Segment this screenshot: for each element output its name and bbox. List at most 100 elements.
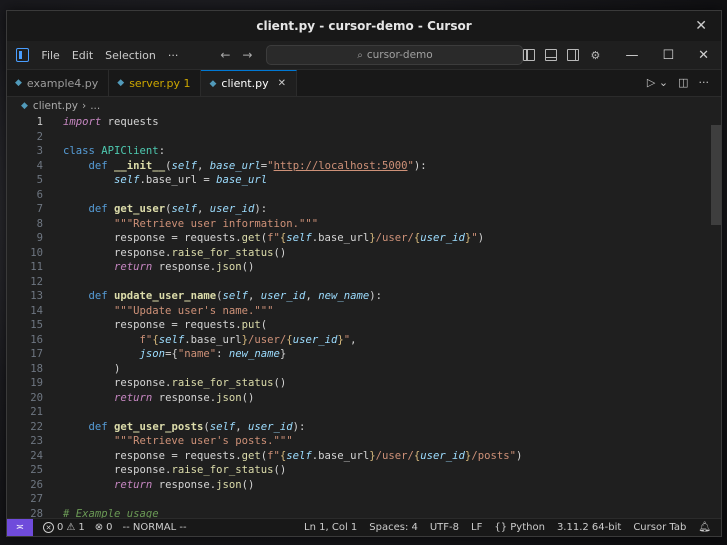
code-line: 1 import requests <box>7 115 721 130</box>
python-file-icon: ◆ <box>209 78 217 89</box>
editor-actions: ▷ ⌄ ◫ ··· <box>647 76 709 89</box>
window-title: client.py - cursor-demo - Cursor <box>256 19 472 33</box>
breadcrumb-file[interactable]: client.py <box>33 100 78 112</box>
line-number: 26 <box>30 478 43 491</box>
tab-client[interactable]: ◆ client.py ✕ <box>201 70 297 96</box>
warning-icon: ⚠ <box>66 522 76 533</box>
line-number: 17 <box>30 348 43 361</box>
line-number: 22 <box>30 420 43 433</box>
line-number: 21 <box>30 406 43 419</box>
code-line: 25 response.raise_for_status() <box>7 463 721 478</box>
code-line: 6 <box>7 188 721 203</box>
split-editor-icon[interactable]: ◫ <box>678 76 688 89</box>
menu-more[interactable]: ··· <box>168 49 179 62</box>
toggle-secondary-sidebar-icon[interactable] <box>567 49 580 61</box>
ports-indicator[interactable]: ⊗ 0 <box>95 522 113 533</box>
line-code: def __init__(self, base_url="http://loca… <box>88 159 427 172</box>
code-line: 20 return response.json() <box>7 391 721 406</box>
code-line: 23 """Retrieve user's posts.""" <box>7 434 721 449</box>
line-code: return response.json() <box>114 261 255 274</box>
more-actions-icon[interactable]: ··· <box>699 76 710 89</box>
line-number: 23 <box>30 435 43 448</box>
tab-bar: ◆ example4.py ◆ server.py 1 ◆ client.py … <box>7 70 721 97</box>
maximize-icon[interactable]: ☐ <box>662 48 674 63</box>
code-line: 12 <box>7 275 721 290</box>
menu-edit[interactable]: Edit <box>72 49 93 62</box>
line-number: 6 <box>36 188 43 201</box>
line-code: f"{self.base_url}/user/{user_id}", <box>139 333 357 346</box>
app-logo-icon <box>16 48 30 62</box>
run-icon[interactable]: ▷ ⌄ <box>647 76 668 89</box>
window-close-icon[interactable]: ✕ <box>698 48 709 63</box>
breadcrumb-separator: › <box>81 100 87 112</box>
back-arrow-icon[interactable]: ← <box>220 48 230 62</box>
settings-gear-icon[interactable]: ⚙ <box>589 49 601 62</box>
breadcrumb-rest[interactable]: ... <box>90 100 100 112</box>
code-line: 16 f"{self.base_url}/user/{user_id}", <box>7 333 721 348</box>
line-code: response.raise_for_status() <box>63 246 287 259</box>
language-label: Python <box>510 522 545 533</box>
line-number: 9 <box>36 232 43 245</box>
language-mode[interactable]: {} Python <box>494 522 545 533</box>
command-center-search[interactable]: ⌕ cursor-demo <box>266 45 524 65</box>
tab-example4[interactable]: ◆ example4.py <box>7 70 110 96</box>
cursor-position[interactable]: Ln 1, Col 1 <box>304 522 357 533</box>
scrollbar-thumb[interactable] <box>711 125 721 225</box>
line-code: return response.json() <box>114 391 255 404</box>
line-code: self.base_url = base_url <box>114 174 268 187</box>
minimize-icon[interactable]: — <box>625 48 638 63</box>
line-code: return response.json() <box>114 478 255 491</box>
code-line: 2 <box>7 130 721 145</box>
line-number: 15 <box>30 319 43 332</box>
braces-icon: {} <box>494 522 508 533</box>
code-line: 21 <box>7 405 721 420</box>
line-number: 8 <box>36 217 43 230</box>
python-interpreter[interactable]: 3.11.2 64-bit <box>557 522 621 533</box>
problems-indicator[interactable]: ✕ 0 ⚠ 1 <box>43 522 85 533</box>
code-line: 17 json={"name": new_name} <box>7 347 721 362</box>
menu-file[interactable]: File <box>41 49 59 62</box>
status-bar: ≍ ✕ 0 ⚠ 1 ⊗ 0 -- NORMAL -- Ln 1, Col 1 S… <box>7 518 721 536</box>
line-number: 18 <box>30 362 43 375</box>
indentation[interactable]: Spaces: 4 <box>369 522 418 533</box>
tab-server[interactable]: ◆ server.py 1 <box>109 70 202 96</box>
close-icon[interactable]: ✕ <box>695 18 707 34</box>
vim-mode: -- NORMAL -- <box>122 522 187 533</box>
line-number: 16 <box>30 333 43 346</box>
vertical-scrollbar[interactable] <box>711 115 721 519</box>
close-tab-icon[interactable]: ✕ <box>278 78 286 89</box>
notifications-bell-icon[interactable]: 🔔︎ <box>698 522 711 533</box>
line-number: 25 <box>30 464 43 477</box>
line-number: 10 <box>30 246 43 259</box>
line-code: response = requests.put( <box>63 319 268 332</box>
error-count: 0 <box>57 522 64 533</box>
toggle-primary-sidebar-icon[interactable] <box>523 49 536 61</box>
remote-indicator-icon[interactable]: ≍ <box>7 519 33 536</box>
python-file-icon: ◆ <box>21 101 28 111</box>
code-line: 27 <box>7 492 721 507</box>
line-code: response.raise_for_status() <box>63 464 287 477</box>
line-number: 5 <box>36 174 43 187</box>
line-code: response = requests.get(f"{self.base_url… <box>63 232 485 245</box>
cursor-tab[interactable]: Cursor Tab <box>633 522 686 533</box>
code-line: 8 """Retrieve user information.""" <box>7 217 721 232</box>
code-line: 7 def get_user(self, user_id): <box>7 202 721 217</box>
line-code: """Update user's name.""" <box>114 304 274 317</box>
line-number: 1 <box>36 116 43 128</box>
code-line: 10 response.raise_for_status() <box>7 246 721 261</box>
code-line: 15 response = requests.put( <box>7 318 721 333</box>
line-number: 24 <box>30 449 43 462</box>
toggle-panel-icon[interactable] <box>545 49 558 61</box>
encoding[interactable]: UTF-8 <box>430 522 459 533</box>
tab-label: client.py <box>221 77 269 90</box>
line-code: json={"name": new_name} <box>139 348 287 361</box>
tab-label: example4.py <box>26 76 99 90</box>
code-editor[interactable]: 1 import requests 2 3 class APIClient: 4 d… <box>7 115 721 519</box>
status-right: Ln 1, Col 1 Spaces: 4 UTF-8 LF {} Python… <box>304 522 711 533</box>
forward-arrow-icon[interactable]: → <box>242 48 252 62</box>
menu-selection[interactable]: Selection <box>105 49 156 62</box>
end-of-line[interactable]: LF <box>471 522 482 533</box>
error-icon: ✕ <box>43 522 54 533</box>
warning-count: 1 <box>78 522 85 533</box>
search-icon: ⌕ <box>357 49 363 61</box>
